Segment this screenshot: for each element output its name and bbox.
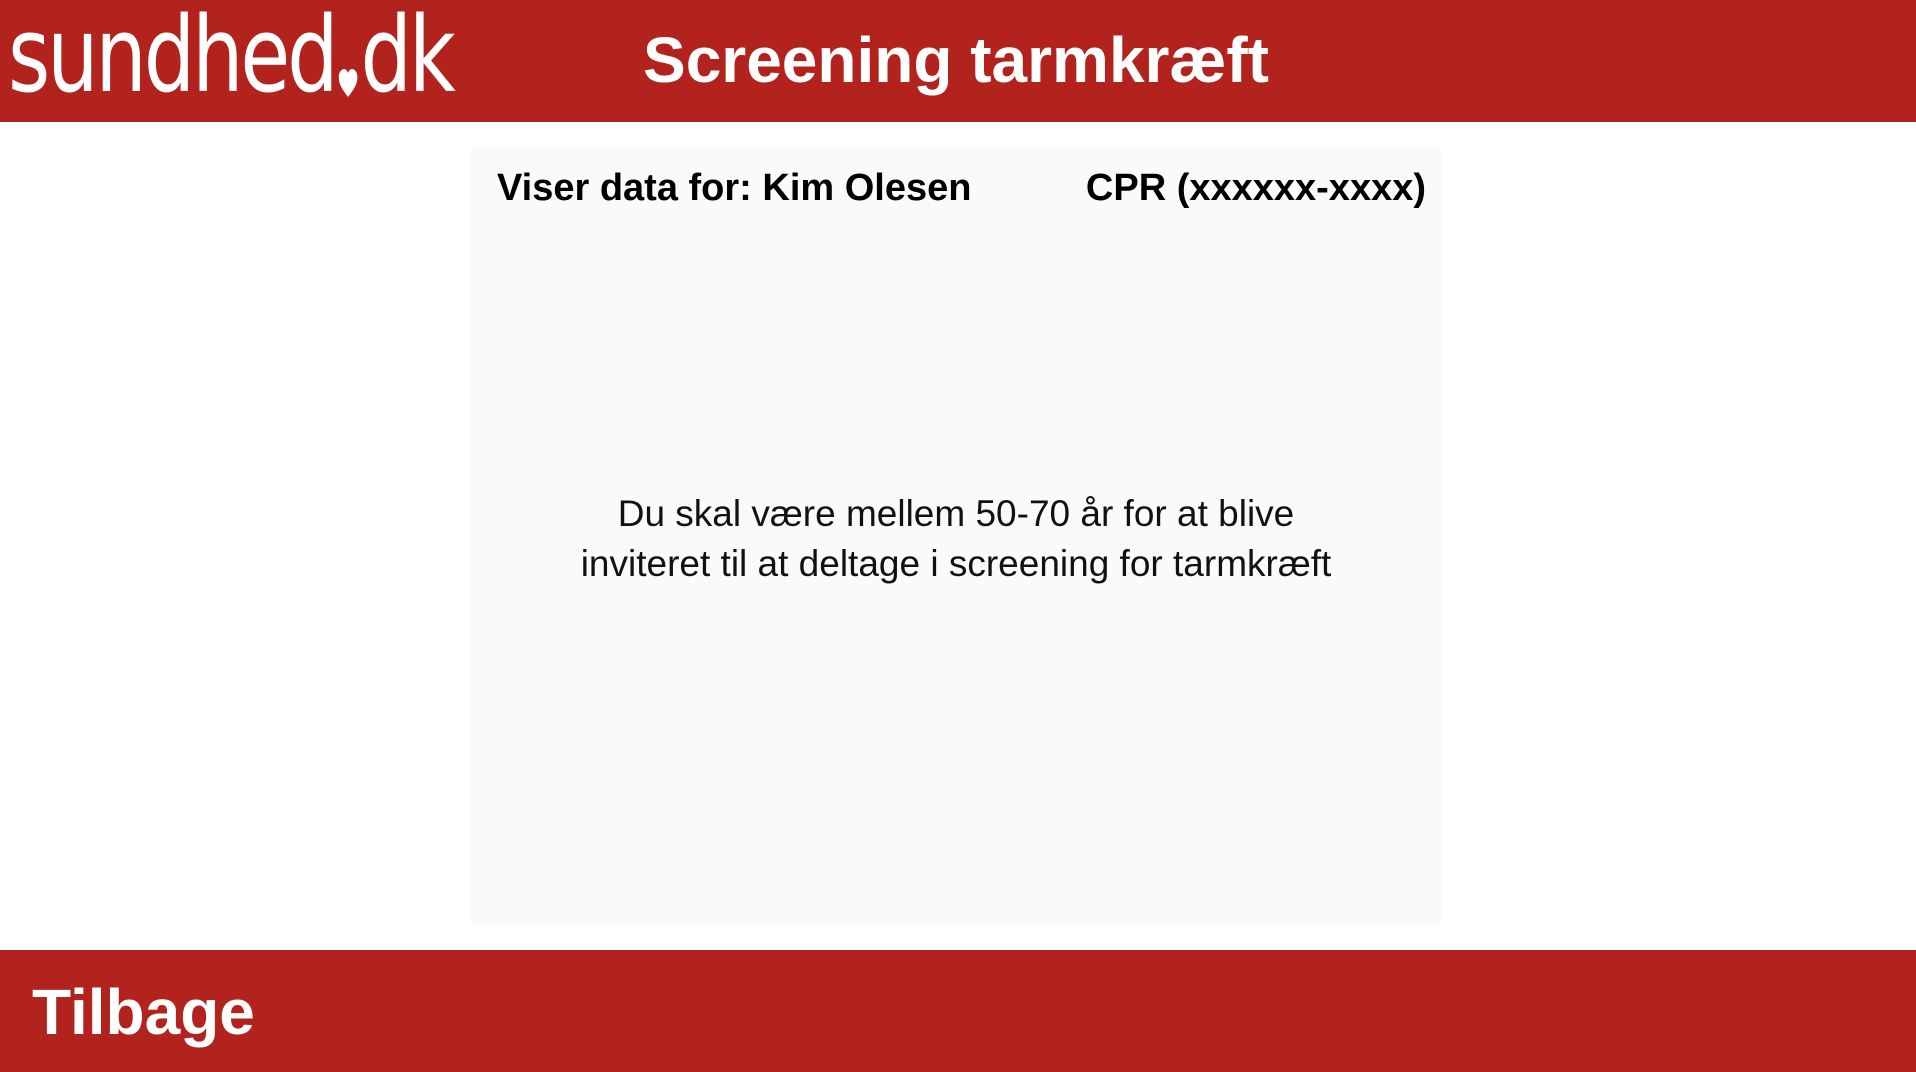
patient-info: Viser data for: Kim Olesen CPR (xxxxxx-x… [497,167,1426,210]
logo-text-right: dk [360,0,456,116]
screen: sundhed dk Screening tarmkræft Viser data… [0,0,1916,1072]
message-line-1: Du skal være mellem 50-70 år for at bliv… [617,493,1295,534]
logo-text-left: sundhed [8,0,339,116]
patient-cpr: CPR (xxxxxx-xxxx) [1085,167,1426,209]
content-card: Viser data for: Kim Olesen CPR (xxxxxx-x… [470,147,1442,925]
heart-icon [338,68,358,98]
message-line-2: inviteret til at deltage i screening for… [580,543,1332,584]
sundhed-logo[interactable]: sundhed dk [8,0,456,116]
back-button[interactable]: Tilbage [32,972,255,1052]
patient-name-label: Viser data for: Kim Olesen [497,167,972,209]
eligibility-message: Du skal være mellem 50-70 år for at bliv… [470,489,1442,589]
footer-bar: Tilbage [0,950,1916,1072]
header-bar: sundhed dk Screening tarmkræft [0,0,1916,122]
page-title: Screening tarmkræft [643,24,1269,96]
